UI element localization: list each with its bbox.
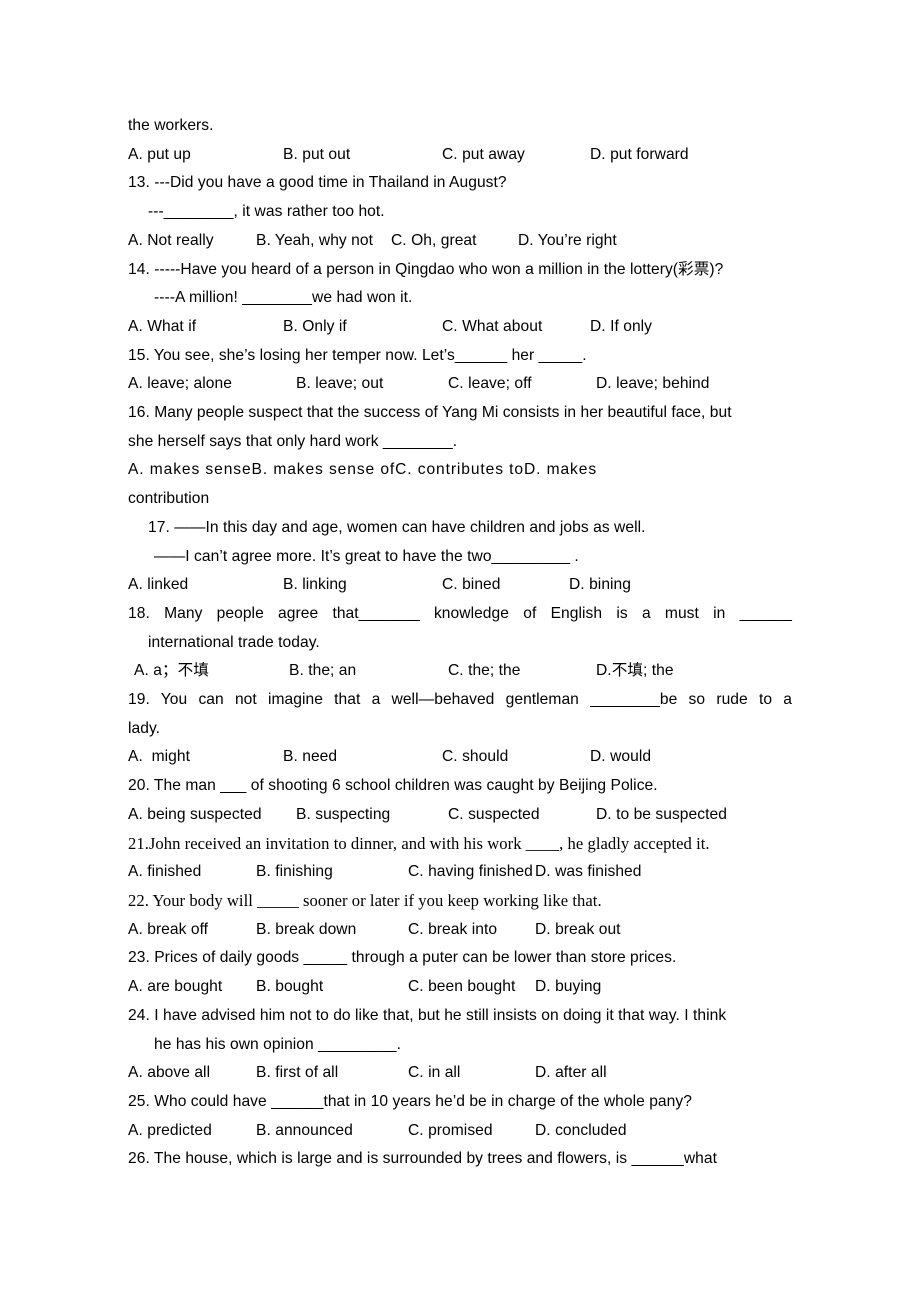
option-b[interactable]: B. break down bbox=[256, 916, 408, 945]
option-c[interactable]: C. been bought bbox=[408, 973, 535, 1002]
question-13-stem: 13. ---Did you have a good time in Thail… bbox=[128, 174, 507, 192]
option-c[interactable]: C. Oh, great bbox=[391, 227, 518, 256]
question-14-options: A. What if B. Only if C. What about D. If o… bbox=[128, 313, 792, 342]
question-13-stem-line2: ---________, it was rather too hot. bbox=[148, 203, 385, 221]
option-d[interactable]: D. leave; behind bbox=[596, 370, 710, 399]
option-a[interactable]: A. linked bbox=[128, 571, 283, 600]
option-c[interactable]: C. contributes to bbox=[395, 456, 524, 485]
question-24-stem: 24. I have advised him not to do like th… bbox=[128, 1006, 727, 1024]
option-c[interactable]: C. put away bbox=[442, 141, 590, 170]
option-c[interactable]: C. promised bbox=[408, 1117, 535, 1146]
option-c[interactable]: C. the; the bbox=[448, 657, 596, 686]
option-d[interactable]: D. makes bbox=[524, 456, 597, 485]
question-21-stem: 21.John received an invitation to dinner… bbox=[128, 833, 710, 853]
option-c[interactable]: C. having finished bbox=[408, 858, 535, 887]
question-18-stem: 18. Many people agree that_______ knowle… bbox=[128, 604, 792, 622]
option-d[interactable]: D. would bbox=[590, 743, 651, 772]
question-17-stem: 17. ——In this day and age, women can hav… bbox=[148, 518, 646, 536]
question-23-options: A. are bought B. bought C. been bought D. b… bbox=[128, 973, 792, 1002]
option-b[interactable]: B. bought bbox=[256, 973, 408, 1002]
option-a[interactable]: A. leave; alone bbox=[128, 370, 296, 399]
option-d[interactable]: D. put forward bbox=[590, 141, 689, 170]
option-c[interactable]: C. in all bbox=[408, 1059, 535, 1088]
question-18-options: A. a；不填 B. the; an C. the; the D.不填; the bbox=[128, 657, 792, 686]
option-b[interactable]: B. linking bbox=[283, 571, 442, 600]
option-a[interactable]: A. Not really bbox=[128, 227, 256, 256]
option-d[interactable]: D. concluded bbox=[535, 1117, 627, 1146]
option-d[interactable]: D.不填; the bbox=[596, 657, 674, 686]
option-a[interactable]: A. What if bbox=[128, 313, 283, 342]
option-b[interactable]: B. makes sense of bbox=[252, 456, 396, 485]
question-21-options: A. finished B. finishing C. having finishe… bbox=[128, 858, 792, 887]
question-14-stem-line2: ----A million! ________we had won it. bbox=[154, 289, 413, 307]
question-20-options: A. being suspected B. suspecting C. suspec… bbox=[128, 801, 792, 830]
option-a[interactable]: A. being suspected bbox=[128, 801, 296, 830]
carryover-line: the workers. bbox=[128, 117, 214, 134]
option-a[interactable]: A. a；不填 bbox=[128, 657, 289, 686]
option-c[interactable]: C. suspected bbox=[448, 801, 596, 830]
question-15-stem: 15. You see, she’s losing her temper now… bbox=[128, 346, 587, 364]
option-d[interactable]: D. was finished bbox=[535, 858, 642, 887]
option-d[interactable]: D. after all bbox=[535, 1059, 607, 1088]
option-a[interactable]: A. predicted bbox=[128, 1117, 256, 1146]
question-17-options: A. linked B. linking C. bined D. bining bbox=[128, 571, 792, 600]
option-a[interactable]: A. break off bbox=[128, 916, 256, 945]
option-d[interactable]: D. bining bbox=[569, 571, 631, 600]
question-14-stem: 14. -----Have you heard of a person in Q… bbox=[128, 260, 724, 278]
option-c[interactable]: C. leave; off bbox=[448, 370, 596, 399]
option-a[interactable]: A. finished bbox=[128, 858, 256, 887]
question-19-options: A. might B. need C. should D. would bbox=[128, 743, 792, 772]
option-b[interactable]: B. announced bbox=[256, 1117, 408, 1146]
option-a[interactable]: A. put up bbox=[128, 141, 283, 170]
option-b[interactable]: B. the; an bbox=[289, 657, 448, 686]
question-20-stem: 20. The man ___ of shooting 6 school chi… bbox=[128, 777, 658, 795]
option-c[interactable]: C. bined bbox=[442, 571, 569, 600]
option-c[interactable]: C. should bbox=[442, 743, 590, 772]
option-d[interactable]: D. break out bbox=[535, 916, 621, 945]
question-12-options: A. put up B. put out C. put away D. put for… bbox=[128, 141, 792, 170]
question-24-options: A. above all B. first of all C. in all D. a… bbox=[128, 1059, 792, 1088]
question-23-stem: 23. Prices of daily goods _____ through … bbox=[128, 949, 677, 967]
question-22-stem: 22. Your body will _____ sooner or later… bbox=[128, 890, 602, 910]
question-17-stem-line2: ——I can’t agree more. It’s great to have… bbox=[154, 547, 579, 565]
question-22-options: A. break off B. break down C. break into D.… bbox=[128, 916, 792, 945]
option-b[interactable]: B. put out bbox=[283, 141, 442, 170]
option-a[interactable]: A. above all bbox=[128, 1059, 256, 1088]
option-b[interactable]: B. need bbox=[283, 743, 442, 772]
option-c[interactable]: C. What about bbox=[442, 313, 590, 342]
option-b[interactable]: B. first of all bbox=[256, 1059, 408, 1088]
question-18-stem-line2: international trade today. bbox=[148, 633, 320, 651]
option-d[interactable]: D. You’re right bbox=[518, 227, 617, 256]
question-19-stem-line2: lady. bbox=[128, 719, 161, 737]
question-19-stem: 19. You can not imagine that a well—beha… bbox=[128, 691, 792, 709]
question-25-options: A. predicted B. announced C. promised D. co… bbox=[128, 1117, 792, 1146]
option-b[interactable]: B. finishing bbox=[256, 858, 408, 887]
option-a[interactable]: A. are bought bbox=[128, 973, 256, 1002]
option-a[interactable]: A. makes sense bbox=[128, 456, 252, 485]
option-b[interactable]: B. Yeah, why not bbox=[256, 227, 391, 256]
question-13-options: A. Not really B. Yeah, why not C. Oh, grea… bbox=[128, 227, 792, 256]
option-d[interactable]: D. If only bbox=[590, 313, 652, 342]
question-16-stem-line2: she herself says that only hard work ___… bbox=[128, 432, 458, 450]
option-b[interactable]: B. suspecting bbox=[296, 801, 448, 830]
question-15-options: A. leave; alone B. leave; out C. leave; of… bbox=[128, 370, 792, 399]
question-25-stem: 25. Who could have ______that in 10 year… bbox=[128, 1092, 692, 1110]
question-16-option-d-continued: contribution bbox=[128, 490, 210, 508]
document-page: the workers. A. put up B. put out C. put a… bbox=[128, 112, 792, 1174]
option-d[interactable]: D. to be suspected bbox=[596, 801, 727, 830]
question-26-stem: 26. The house, which is large and is sur… bbox=[128, 1150, 717, 1168]
option-b[interactable]: B. leave; out bbox=[296, 370, 448, 399]
question-16-stem: 16. Many people suspect that the success… bbox=[128, 404, 732, 422]
option-a[interactable]: A. might bbox=[128, 743, 283, 772]
option-d[interactable]: D. buying bbox=[535, 973, 601, 1002]
question-24-stem-line2: he has his own opinion _________. bbox=[154, 1035, 402, 1053]
option-c[interactable]: C. break into bbox=[408, 916, 535, 945]
question-16-options: A. makes senseB. makes sense ofC. contri… bbox=[128, 456, 792, 485]
option-b[interactable]: B. Only if bbox=[283, 313, 442, 342]
